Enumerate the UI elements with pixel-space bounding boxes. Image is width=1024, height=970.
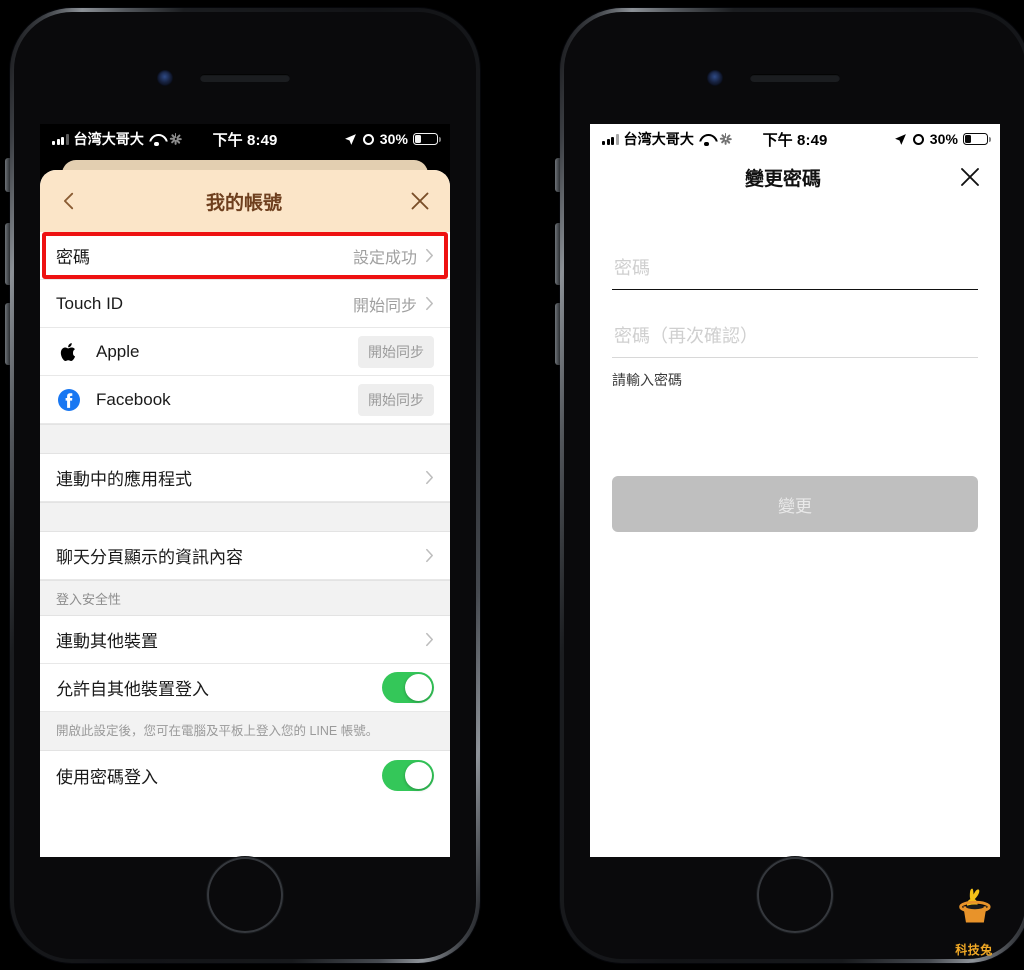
row-facebook[interactable]: Facebook 開始同步 xyxy=(40,376,450,424)
volume-down-button[interactable] xyxy=(555,303,560,365)
confirm-password-field-wrap xyxy=(612,312,978,358)
close-x-icon[interactable] xyxy=(408,189,432,213)
activity-spinner-icon xyxy=(719,133,732,146)
screen-left: 台湾大哥大 下午 8:49 30% 我的帳號 密碼 設定成功 Touch ID … xyxy=(40,124,450,857)
wifi-icon xyxy=(149,134,164,147)
alarm-clock-icon xyxy=(362,133,375,146)
front-camera-icon xyxy=(707,70,723,86)
allow-login-toggle[interactable] xyxy=(382,672,434,703)
volume-up-button[interactable] xyxy=(5,223,10,285)
facebook-sync-badge[interactable]: 開始同步 xyxy=(358,383,434,416)
status-bar-left: 台湾大哥大 下午 8:49 30% xyxy=(40,124,450,154)
rabbit-in-hat-icon xyxy=(959,888,991,923)
earpiece-speaker xyxy=(200,74,290,82)
status-bar-time: 下午 8:49 xyxy=(762,131,828,149)
submit-change-button[interactable]: 變更 xyxy=(612,476,978,532)
row-password-login[interactable]: 使用密碼登入 xyxy=(40,751,450,800)
carrier-label: 台湾大哥大 xyxy=(623,131,694,147)
row-chat-info[interactable]: 聊天分頁顯示的資訊內容 xyxy=(40,532,450,580)
chevron-right-icon xyxy=(426,296,433,311)
password-field-wrap xyxy=(612,244,978,290)
row-password[interactable]: 密碼 設定成功 xyxy=(40,232,450,280)
watermark-label: 科技兔 xyxy=(955,943,993,957)
section-gap xyxy=(40,502,450,532)
volume-up-button[interactable] xyxy=(555,223,560,285)
row-facebook-label: Facebook xyxy=(96,389,171,409)
wifi-icon xyxy=(699,134,714,147)
password-hint: 請輸入密碼 xyxy=(612,372,682,388)
section-gap xyxy=(40,424,450,454)
password-login-toggle[interactable] xyxy=(382,759,434,791)
home-button[interactable] xyxy=(207,857,283,933)
row-password-value: 設定成功 xyxy=(352,249,417,267)
screen-right: 台湾大哥大 下午 8:49 30% 變更密碼 請輸入密碼 變更 xyxy=(590,124,1000,857)
change-password-title: 變更密碼 xyxy=(744,168,821,190)
phone-body-left: 台湾大哥大 下午 8:49 30% 我的帳號 密碼 設定成功 Touch ID … xyxy=(14,12,476,959)
row-touch-id-value: 開始同步 xyxy=(352,297,417,315)
chevron-right-icon xyxy=(426,248,433,263)
battery-icon xyxy=(963,133,992,145)
row-allow-login-label: 允許自其他裝置登入 xyxy=(56,680,209,699)
row-linked-apps[interactable]: 連動中的應用程式 xyxy=(40,454,450,502)
row-touch-id-label: Touch ID xyxy=(56,293,124,313)
phone-device-left: 台湾大哥大 下午 8:49 30% 我的帳號 密碼 設定成功 Touch ID … xyxy=(5,8,480,963)
front-camera-icon xyxy=(157,70,173,86)
cellular-bars-icon xyxy=(602,133,619,145)
home-button[interactable] xyxy=(757,857,833,933)
battery-icon xyxy=(413,133,442,145)
earpiece-speaker xyxy=(750,74,840,82)
password-input[interactable] xyxy=(614,258,976,279)
account-sheet: 我的帳號 密碼 設定成功 Touch ID 開始同步 Apple 開始同步 Fa… xyxy=(40,170,450,857)
volume-down-button[interactable] xyxy=(5,303,10,365)
settings-list: 密碼 設定成功 Touch ID 開始同步 Apple 開始同步 Faceboo… xyxy=(40,232,450,800)
activity-spinner-icon xyxy=(169,133,182,146)
row-touch-id[interactable]: Touch ID 開始同步 xyxy=(40,280,450,328)
row-link-other-device[interactable]: 連動其他裝置 xyxy=(40,616,450,664)
change-password-form: 請輸入密碼 變更 xyxy=(590,200,1000,532)
row-apple-label: Apple xyxy=(96,341,140,361)
chevron-right-icon xyxy=(426,548,433,563)
chevron-right-icon xyxy=(426,632,433,647)
sheet-header: 我的帳號 xyxy=(40,170,450,232)
phone-body-right: 台湾大哥大 下午 8:49 30% 變更密碼 請輸入密碼 變更 xyxy=(564,12,1024,959)
row-apple[interactable]: Apple 開始同步 xyxy=(40,328,450,376)
change-password-header: 變更密碼 xyxy=(590,154,1000,200)
chevron-right-icon xyxy=(426,470,433,485)
row-link-other-device-label: 連動其他裝置 xyxy=(56,632,158,651)
row-chat-info-label: 聊天分頁顯示的資訊內容 xyxy=(56,548,243,567)
battery-percent-label: 30% xyxy=(929,131,959,147)
cellular-bars-icon xyxy=(52,133,69,145)
close-x-icon[interactable] xyxy=(958,165,982,189)
row-linked-apps-label: 連動中的應用程式 xyxy=(56,470,192,489)
row-password-label: 密碼 xyxy=(56,248,90,267)
alarm-clock-icon xyxy=(912,133,925,146)
status-bar-right: 台湾大哥大 下午 8:49 30% xyxy=(590,124,1000,154)
silent-switch[interactable] xyxy=(555,158,560,192)
silent-switch[interactable] xyxy=(5,158,10,192)
screenshot-stage: 台湾大哥大 下午 8:49 30% 我的帳號 密碼 設定成功 Touch ID … xyxy=(0,0,1024,970)
row-allow-login[interactable]: 允許自其他裝置登入 xyxy=(40,664,450,712)
apple-logo-icon xyxy=(56,341,82,363)
sheet-title: 我的帳號 xyxy=(205,192,282,214)
allow-login-note: 開啟此設定後，您可在電腦及平板上登入您的 LINE 帳號。 xyxy=(40,712,450,752)
carrier-label: 台湾大哥大 xyxy=(73,131,144,147)
section-header-security: 登入安全性 xyxy=(40,580,450,616)
location-arrow-icon xyxy=(894,133,906,145)
battery-percent-label: 30% xyxy=(379,131,409,147)
chevron-left-icon[interactable] xyxy=(58,190,80,212)
phone-device-right: 台湾大哥大 下午 8:49 30% 變更密碼 請輸入密碼 變更 xyxy=(555,8,1024,963)
status-bar-time: 下午 8:49 xyxy=(212,131,278,149)
location-arrow-icon xyxy=(344,133,356,145)
watermark: 科技兔 xyxy=(938,885,1010,958)
facebook-logo-icon xyxy=(56,388,82,412)
confirm-password-input[interactable] xyxy=(614,326,976,347)
apple-sync-badge[interactable]: 開始同步 xyxy=(358,335,434,368)
row-password-login-label: 使用密碼登入 xyxy=(56,767,158,787)
